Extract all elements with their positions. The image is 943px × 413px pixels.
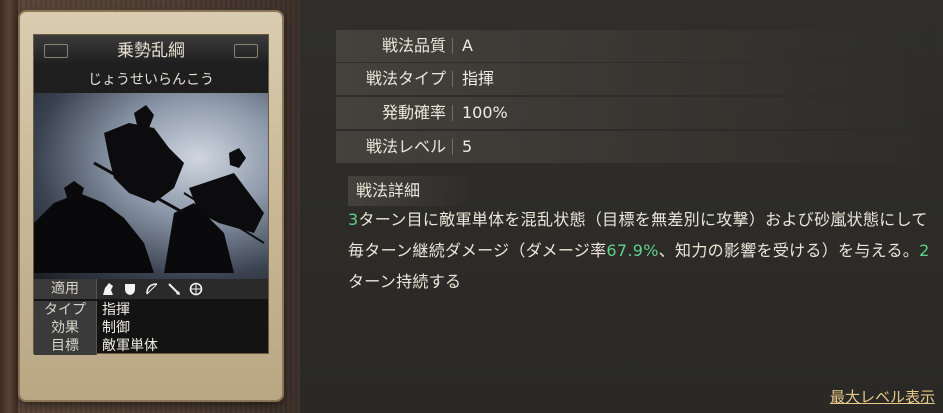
stat-type-label: タイプ — [34, 301, 97, 319]
level-label: 戦法レベル — [365, 137, 446, 156]
max-level-link[interactable]: 最大レベル表示 — [830, 386, 935, 407]
tactic-card-frame: 乗勢乱綱 じょうせいらんこう 適用 タイプ 指揮 効果 制御 目標 敵軍単体 — [33, 34, 269, 355]
stat-effect-value: 制御 — [102, 320, 130, 336]
stat-target-label: 目標 — [34, 337, 97, 355]
quality-label: 戦法品質 — [381, 36, 446, 55]
title-ornament-left — [44, 44, 68, 58]
applicable-icons — [100, 281, 204, 297]
detail-highlight-turn: 3 — [348, 210, 359, 229]
info-row-level: 戦法レベル 5 — [336, 131, 936, 163]
spear-icon — [166, 281, 182, 297]
bow-icon — [144, 281, 160, 297]
detail-heading: 戦法詳細 — [348, 176, 466, 206]
detail-text-2: 、知力の影響を受ける）を与える。 — [658, 241, 920, 260]
scroll-edge — [0, 0, 18, 413]
stat-target-value: 敵軍単体 — [102, 338, 158, 354]
divider — [452, 71, 453, 87]
info-row-quality: 戦法品質 A — [336, 30, 936, 62]
tactic-artwork — [34, 93, 268, 279]
stat-type-value: 指揮 — [102, 302, 130, 318]
shield-icon — [122, 281, 138, 297]
stat-target-row: 目標 敵軍単体 — [34, 337, 268, 355]
tactic-card-title: 乗勢乱綱 — [34, 35, 268, 68]
probability-label: 発動確率 — [381, 103, 446, 122]
tactic-detail-panel: 戦法品質 A 戦法タイプ 指揮 発動確率 100% 戦法レベル 5 戦法詳細 3… — [300, 0, 943, 413]
info-row-probability: 発動確率 100% — [336, 97, 936, 129]
detail-highlight-rate: 67.9% — [606, 241, 659, 260]
tactic-stats: 適用 タイプ 指揮 効果 制御 目標 敵軍単体 — [34, 279, 268, 355]
applicable-label: 適用 — [34, 279, 97, 299]
stat-effect-label: 効果 — [34, 319, 97, 337]
cavalry-icon — [100, 281, 116, 297]
warriors-silhouette-image — [34, 105, 265, 273]
stat-effect-row: 効果 制御 — [34, 319, 268, 337]
type-value: 指揮 — [462, 69, 495, 88]
level-value: 5 — [462, 137, 473, 156]
applicable-row: 適用 — [34, 279, 268, 299]
divider — [452, 139, 453, 155]
info-row-type: 戦法タイプ 指揮 — [336, 63, 936, 95]
tactic-card: 乗勢乱綱 じょうせいらんこう 適用 タイプ 指揮 効果 制御 目標 敵軍単体 — [20, 12, 282, 400]
tactic-reading: じょうせいらんこう — [34, 67, 268, 93]
divider — [452, 105, 453, 121]
quality-value: A — [462, 36, 473, 55]
probability-value: 100% — [462, 103, 508, 122]
type-label: 戦法タイプ — [365, 69, 446, 88]
detail-description: 3ターン目に敵軍単体を混乱状態（目標を無差別に攻撃）および砂嵐状態にして毎ターン… — [348, 204, 938, 297]
detail-highlight-duration: 2 — [919, 241, 930, 260]
siege-icon — [188, 281, 204, 297]
divider — [452, 38, 453, 54]
stat-type-row: タイプ 指揮 — [34, 301, 268, 319]
detail-text-3: ターン持続する — [348, 272, 462, 291]
tactic-name: 乗勢乱綱 — [117, 41, 185, 61]
title-ornament-right — [234, 44, 258, 58]
